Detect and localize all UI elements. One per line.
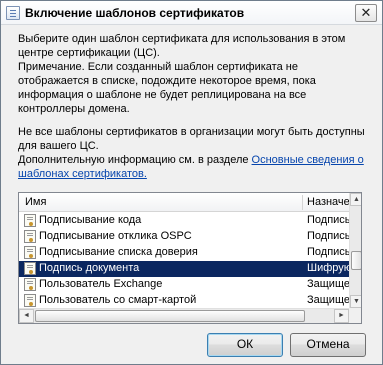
horizontal-scroll-thumb[interactable]: [35, 310, 305, 322]
template-purpose: Шифрующая: [307, 262, 349, 274]
more-info-prefix: Дополнительную информацию см. в разделе: [18, 154, 252, 166]
scroll-down-arrow-icon[interactable]: ▼: [350, 295, 361, 308]
template-purpose: Защищенная: [307, 278, 349, 290]
horizontal-scrollbar[interactable]: ◄ ►: [19, 308, 349, 323]
note-line: Примечание. Если созданный шаблон сертиф…: [18, 61, 298, 73]
certificate-template-icon: [24, 278, 36, 291]
scroll-left-arrow-icon[interactable]: ◄: [19, 309, 34, 323]
template-purpose: Защищенная: [307, 294, 349, 306]
list-item[interactable]: Пользователь со смарт-картой Защищенная: [19, 293, 349, 309]
enable-templates-dialog: Включение шаблонов сертификатов ✕ Выбери…: [0, 0, 383, 365]
intro-text: Выберите один шаблон сертификата для исп…: [18, 33, 346, 59]
help-link[interactable]: Основные сведения о: [252, 154, 364, 166]
note-line: контроллеры домена.: [18, 103, 130, 115]
template-name: Подписывание кода: [39, 214, 142, 226]
template-purpose: Подписывание отклика OCSP: [307, 230, 349, 242]
window-icon: [6, 6, 20, 20]
certificate-template-icon: [24, 262, 36, 275]
certificate-template-icon: [24, 294, 36, 307]
list-item[interactable]: Подписывание отклика OSPC Подписывание о…: [19, 229, 349, 245]
notice-line: для вашего ЦС.: [18, 140, 99, 152]
template-purpose: Подписывание списка: [307, 246, 349, 258]
more-info-text: Дополнительную информацию см. в разделе …: [18, 153, 370, 181]
scroll-up-arrow-icon[interactable]: ▲: [350, 193, 361, 206]
notice-line: Не все шаблоны сертификатов в организаци…: [18, 126, 365, 138]
list-item-selected[interactable]: Подпись документа Шифрующая: [19, 261, 349, 277]
column-header-purpose[interactable]: Назначение: [307, 196, 349, 208]
list-item[interactable]: Подписывание списка доверия Подписывание…: [19, 245, 349, 261]
column-header-name[interactable]: Имя: [25, 196, 46, 208]
certificate-template-icon: [24, 230, 36, 243]
window-title: Включение шаблонов сертификатов: [25, 6, 245, 20]
list-item[interactable]: Подписывание кода Подписывание кода: [19, 213, 349, 229]
vertical-scroll-thumb[interactable]: [351, 251, 361, 270]
scroll-right-arrow-icon[interactable]: ►: [334, 309, 349, 323]
template-name: Подпись документа: [39, 262, 140, 274]
certificate-template-icon: [24, 214, 36, 227]
ok-button[interactable]: ОК: [207, 333, 283, 357]
note-line: информация о шаблоне не будет реплициров…: [18, 89, 307, 101]
cancel-button[interactable]: Отмена: [290, 333, 366, 357]
scrollbar-corner: [349, 308, 361, 323]
templates-list[interactable]: Имя Назначение Подписывание кода Подписы…: [18, 192, 362, 324]
template-purpose: Подписывание кода: [307, 214, 349, 226]
list-header: Имя Назначение: [19, 193, 349, 212]
template-name: Пользователь со смарт-картой: [39, 294, 197, 306]
list-item[interactable]: Пользователь Exchange Защищенная: [19, 277, 349, 293]
template-name: Подписывание списка доверия: [39, 246, 198, 258]
note-text: Примечание. Если созданный шаблон сертиф…: [18, 60, 370, 116]
note-line: отображается в списке, подождите некотор…: [18, 75, 316, 87]
notice-text: Не все шаблоны сертификатов в организаци…: [18, 125, 370, 153]
template-name: Подписывание отклика OSPC: [39, 230, 192, 242]
help-link-continued[interactable]: шаблонах сертификатов.: [18, 168, 147, 180]
vertical-scrollbar[interactable]: ▲ ▼: [349, 193, 361, 308]
column-divider[interactable]: [302, 195, 303, 210]
close-button[interactable]: ✕: [355, 4, 377, 22]
certificate-template-icon: [24, 246, 36, 259]
title-bar[interactable]: Включение шаблонов сертификатов ✕: [1, 1, 382, 25]
template-name: Пользователь Exchange: [39, 278, 163, 290]
